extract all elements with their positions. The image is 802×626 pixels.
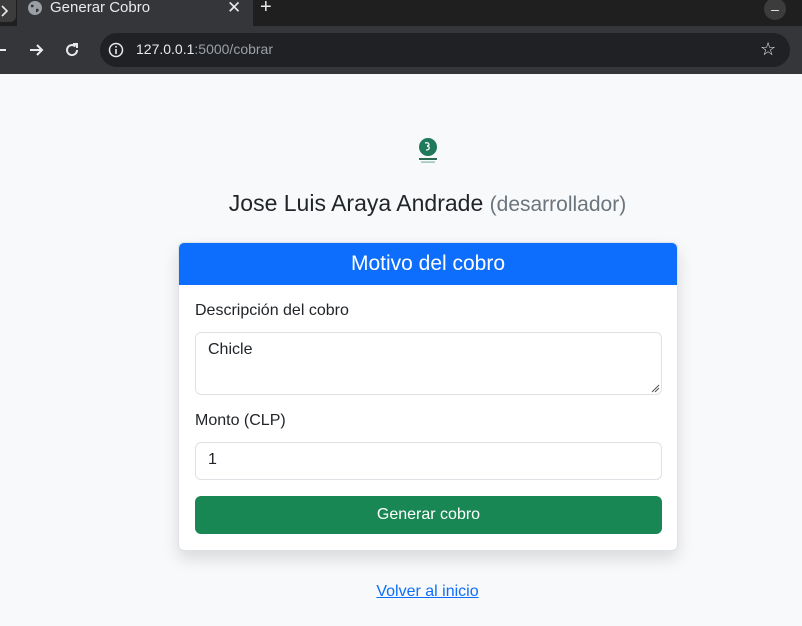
chevron-down-icon: [1, 5, 9, 17]
description-textarea[interactable]: Chicle: [195, 332, 662, 395]
user-role: (desarrollador): [489, 193, 627, 216]
charge-form-card: Motivo del cobro Descripción del cobro C…: [178, 242, 678, 551]
tab-search-button[interactable]: [0, 0, 16, 22]
generate-charge-button[interactable]: Generar cobro: [195, 496, 662, 534]
browser-tab-bar: Generar Cobro ✕ + –: [0, 0, 802, 26]
user-name: Jose Luis Araya Andrade: [228, 190, 484, 216]
address-bar[interactable]: 127.0.0.1:5000/cobrar ☆: [100, 33, 790, 67]
amount-input[interactable]: 1: [195, 442, 662, 480]
description-label: Descripción del cobro: [195, 302, 349, 319]
new-tab-button[interactable]: +: [260, 0, 272, 19]
browser-tab-active[interactable]: Generar Cobro ✕: [17, 0, 253, 26]
reload-icon[interactable]: [62, 40, 82, 60]
bookmark-star-icon[interactable]: ☆: [760, 39, 776, 60]
khipu-logo: [419, 138, 437, 163]
resize-grip-icon[interactable]: [651, 384, 660, 393]
browser-toolbar: 127.0.0.1:5000/cobrar ☆: [0, 26, 802, 74]
amount-label: Monto (CLP): [195, 412, 286, 429]
tab-title: Generar Cobro: [50, 0, 151, 16]
minimize-window-button[interactable]: –: [764, 0, 786, 20]
globe-icon: [28, 1, 42, 15]
close-tab-icon[interactable]: ✕: [227, 0, 241, 18]
back-arrow-icon[interactable]: [0, 40, 10, 60]
site-info-icon[interactable]: [108, 42, 124, 58]
url-path: :5000/cobrar: [194, 41, 273, 57]
back-home-link[interactable]: Volver al inicio: [0, 583, 802, 601]
card-header: Motivo del cobro: [179, 243, 677, 285]
url-text: 127.0.0.1:5000/cobrar: [136, 41, 273, 57]
forward-arrow-icon[interactable]: [26, 40, 46, 60]
user-heading: Jose Luis Araya Andrade (desarrollador): [0, 190, 802, 217]
url-host: 127.0.0.1: [136, 41, 195, 57]
